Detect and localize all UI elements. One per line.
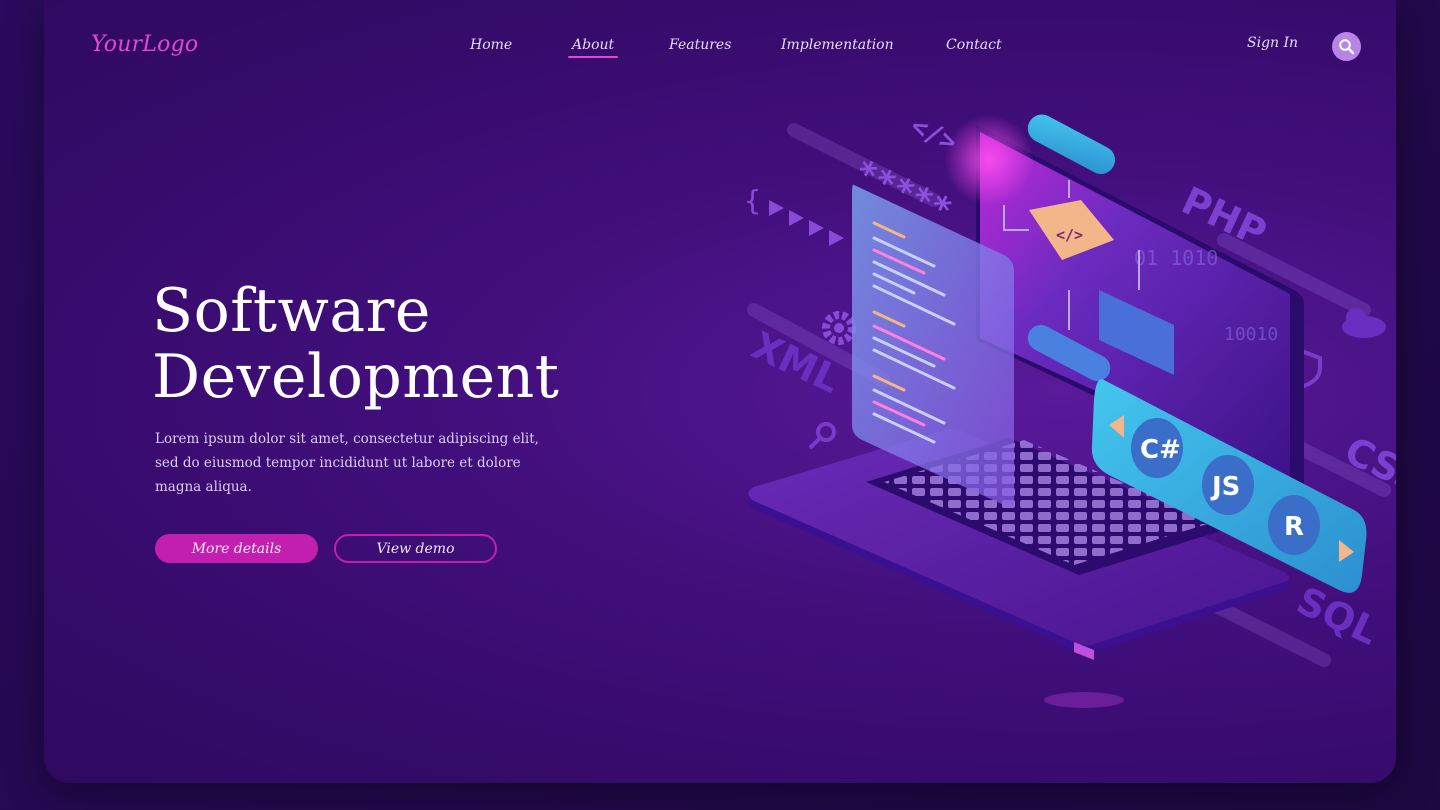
r-badge: R (1268, 495, 1320, 555)
cloud-icon (1342, 308, 1386, 338)
more-details-button[interactable]: More details (155, 534, 318, 563)
nav-about[interactable]: About (567, 37, 619, 58)
magnifier-icon (808, 422, 836, 450)
nav-home[interactable]: Home (470, 37, 512, 53)
play-arrows-icon (769, 200, 844, 246)
svg-text:C#: C# (1140, 435, 1181, 465)
logo[interactable]: YourLogo (91, 32, 198, 57)
nav-features[interactable]: Features (669, 37, 731, 53)
title-line-2: Development (152, 342, 560, 412)
hero-description: Lorem ipsum dolor sit amet, consectetur … (155, 431, 539, 495)
gear-icon (822, 311, 856, 345)
view-demo-button[interactable]: View demo (334, 534, 497, 563)
binary-text: 01 1010 (1134, 246, 1218, 270)
sql-label: SQL (1290, 578, 1385, 653)
brace-icon: { (744, 184, 761, 217)
search-icon (1339, 39, 1355, 55)
search-button[interactable] (1332, 32, 1361, 61)
laptop-illustration: PHP XML CSS SQL ***** </> {01 1010 1001… (744, 111, 1396, 708)
svg-text:JS: JS (1210, 472, 1240, 502)
binary-text-2: 10010 (1224, 324, 1278, 345)
title-line-1: Software (152, 276, 431, 346)
nav-implementation[interactable]: Implementation (781, 37, 894, 53)
nav-contact[interactable]: Contact (946, 37, 1002, 53)
csharp-badge: C# (1131, 418, 1183, 478)
sign-in-link[interactable]: Sign In (1247, 35, 1298, 51)
flow-code-tag: </> (1056, 226, 1083, 244)
js-badge: JS (1202, 455, 1254, 515)
svg-text:R: R (1284, 512, 1304, 542)
landing-card: YourLogo Home About Features Implementat… (44, 0, 1396, 783)
page-title: Software Development (152, 278, 559, 410)
